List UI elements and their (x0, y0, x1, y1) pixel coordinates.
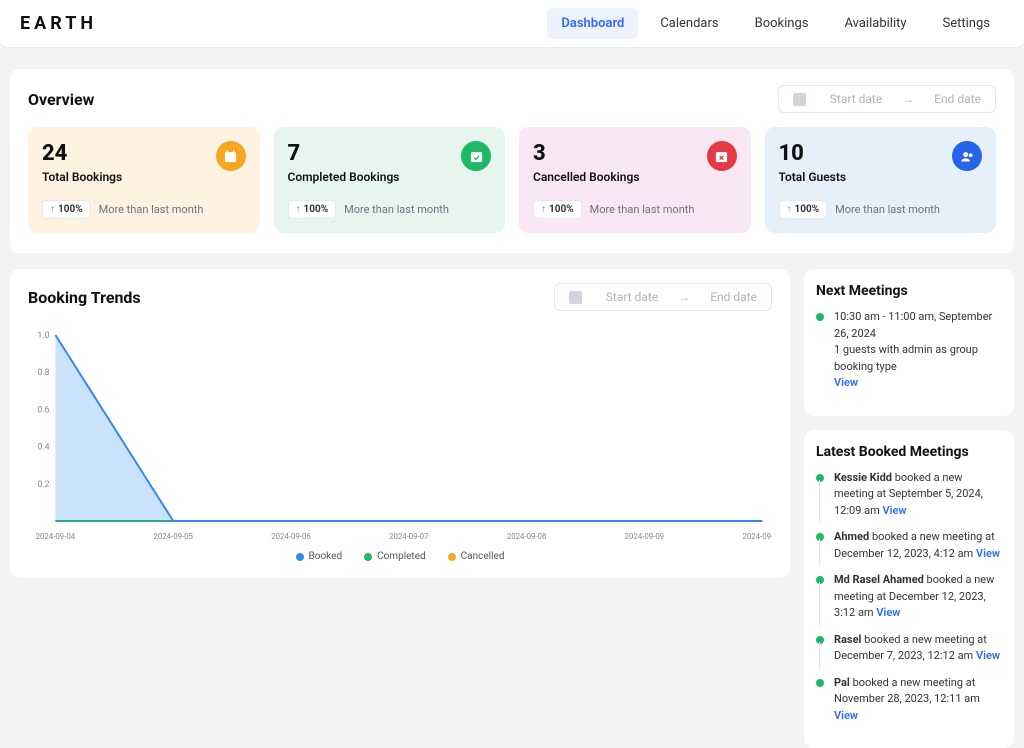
nav-availability[interactable]: Availability (831, 8, 921, 39)
latest-meetings-title: Latest Booked Meetings (816, 444, 1002, 460)
date-end[interactable]: End date (934, 92, 981, 106)
svg-text:0.6: 0.6 (37, 405, 49, 415)
svg-text:1.0: 1.0 (37, 331, 49, 341)
nav-bookings[interactable]: Bookings (741, 8, 823, 39)
logo: EARTH (20, 13, 97, 34)
svg-text:0.8: 0.8 (37, 368, 49, 378)
svg-text:2024-09-07: 2024-09-07 (389, 532, 429, 541)
latest-meeting-item: Ahmed booked a new meeting at December 1… (816, 529, 1002, 562)
date-range-arrow-icon: → (902, 92, 914, 106)
stat-total-bookings[interactable]: 24 Total Bookings ↑100% More than last m… (28, 127, 260, 233)
stat-label: Cancelled Bookings (533, 170, 737, 184)
nav-calendars[interactable]: Calendars (646, 8, 732, 39)
arrow-up-icon: ↑ (541, 204, 546, 215)
stat-label: Completed Bookings (288, 170, 492, 184)
view-link[interactable]: View (976, 649, 1000, 662)
latest-meeting-item: Pal booked a new meeting at November 28,… (816, 675, 1002, 725)
date-start[interactable]: Start date (830, 92, 882, 106)
svg-text:2024-09-08: 2024-09-08 (507, 532, 547, 541)
view-link[interactable]: View (834, 709, 858, 722)
calendar-icon (793, 93, 806, 106)
svg-text:0.4: 0.4 (37, 443, 49, 453)
view-link[interactable]: View (976, 547, 1000, 560)
arrow-up-icon: ↑ (296, 204, 301, 215)
pct-badge: ↑100% (42, 200, 91, 219)
arrow-up-icon: ↑ (787, 204, 792, 215)
trends-title: Booking Trends (28, 288, 141, 307)
next-meeting-item: 10:30 am - 11:00 am, September 26, 20241… (816, 309, 1002, 392)
latest-meeting-item: Kessie Kidd booked a new meeting at Sept… (816, 470, 1002, 520)
svg-text:2024-09-04: 2024-09-04 (36, 532, 76, 541)
booking-trends-card: Booking Trends Start date → End date 0.2… (10, 269, 790, 578)
date-start[interactable]: Start date (606, 290, 658, 304)
trends-date-range[interactable]: Start date → End date (554, 283, 772, 311)
calendar-x-icon (707, 141, 737, 171)
latest-meeting-item: Rasel booked a new meeting at December 7… (816, 632, 1002, 665)
overview-date-range[interactable]: Start date → End date (778, 85, 996, 113)
view-link[interactable]: View (834, 376, 858, 389)
latest-meeting-item: Md Rasel Ahamed booked a new meeting at … (816, 572, 1002, 622)
status-dot-icon (816, 313, 824, 321)
status-dot-icon (816, 679, 824, 687)
stat-note: More than last month (99, 203, 204, 216)
status-dot-icon (816, 474, 824, 482)
legend-dot-icon (364, 553, 372, 561)
legend-dot-icon (296, 553, 304, 561)
overview-card: Overview Start date → End date 24 Total … (10, 69, 1014, 253)
calendar-icon (216, 141, 246, 171)
svg-text:2024-09-05: 2024-09-05 (153, 532, 193, 541)
users-icon (952, 141, 982, 171)
svg-text:0.2: 0.2 (37, 480, 49, 490)
primary-nav: Dashboard Calendars Bookings Availability Se… (547, 8, 1004, 39)
pct-badge: ↑100% (288, 200, 337, 219)
calendar-icon (569, 291, 582, 304)
svg-text:2024-09-10: 2024-09-10 (742, 532, 772, 541)
svg-text:2024-09-09: 2024-09-09 (625, 532, 664, 541)
next-meetings-card: Next Meetings 10:30 am - 11:00 am, Septe… (804, 269, 1014, 416)
overview-title: Overview (28, 90, 94, 109)
trends-chart: 0.2 0.4 0.6 0.8 1.0 2024-09-04 2024-09-05 2024-… (28, 325, 772, 545)
svg-text:2024-09-06: 2024-09-06 (271, 532, 311, 541)
stat-total-guests[interactable]: 10 Total Guests ↑100% More than last mon… (765, 127, 997, 233)
calendar-check-icon (461, 141, 491, 171)
status-dot-icon (816, 533, 824, 541)
legend-dot-icon (448, 553, 456, 561)
arrow-up-icon: ↑ (50, 204, 55, 215)
view-link[interactable]: View (882, 504, 906, 517)
stat-note: More than last month (835, 203, 940, 216)
stat-value: 24 (42, 141, 246, 166)
stat-label: Total Guests (779, 170, 983, 184)
status-dot-icon (816, 576, 824, 584)
stat-note: More than last month (590, 203, 695, 216)
stat-cancelled-bookings[interactable]: 3 Cancelled Bookings ↑100% More than las… (519, 127, 751, 233)
pct-badge: ↑100% (779, 200, 828, 219)
stat-completed-bookings[interactable]: 7 Completed Bookings ↑100% More than las… (274, 127, 506, 233)
date-end[interactable]: End date (710, 290, 757, 304)
date-range-arrow-icon: → (678, 290, 690, 304)
view-link[interactable]: View (876, 606, 900, 619)
stat-value: 3 (533, 141, 737, 166)
latest-meetings-card: Latest Booked Meetings Kessie Kidd booke… (804, 430, 1014, 748)
next-meetings-title: Next Meetings (816, 283, 1002, 299)
top-header: EARTH Dashboard Calendars Bookings Availabi… (0, 0, 1024, 47)
nav-dashboard[interactable]: Dashboard (547, 8, 638, 39)
stat-label: Total Bookings (42, 170, 246, 184)
status-dot-icon (816, 636, 824, 644)
stat-note: More than last month (344, 203, 449, 216)
pct-badge: ↑100% (533, 200, 582, 219)
nav-settings[interactable]: Settings (929, 8, 1004, 39)
